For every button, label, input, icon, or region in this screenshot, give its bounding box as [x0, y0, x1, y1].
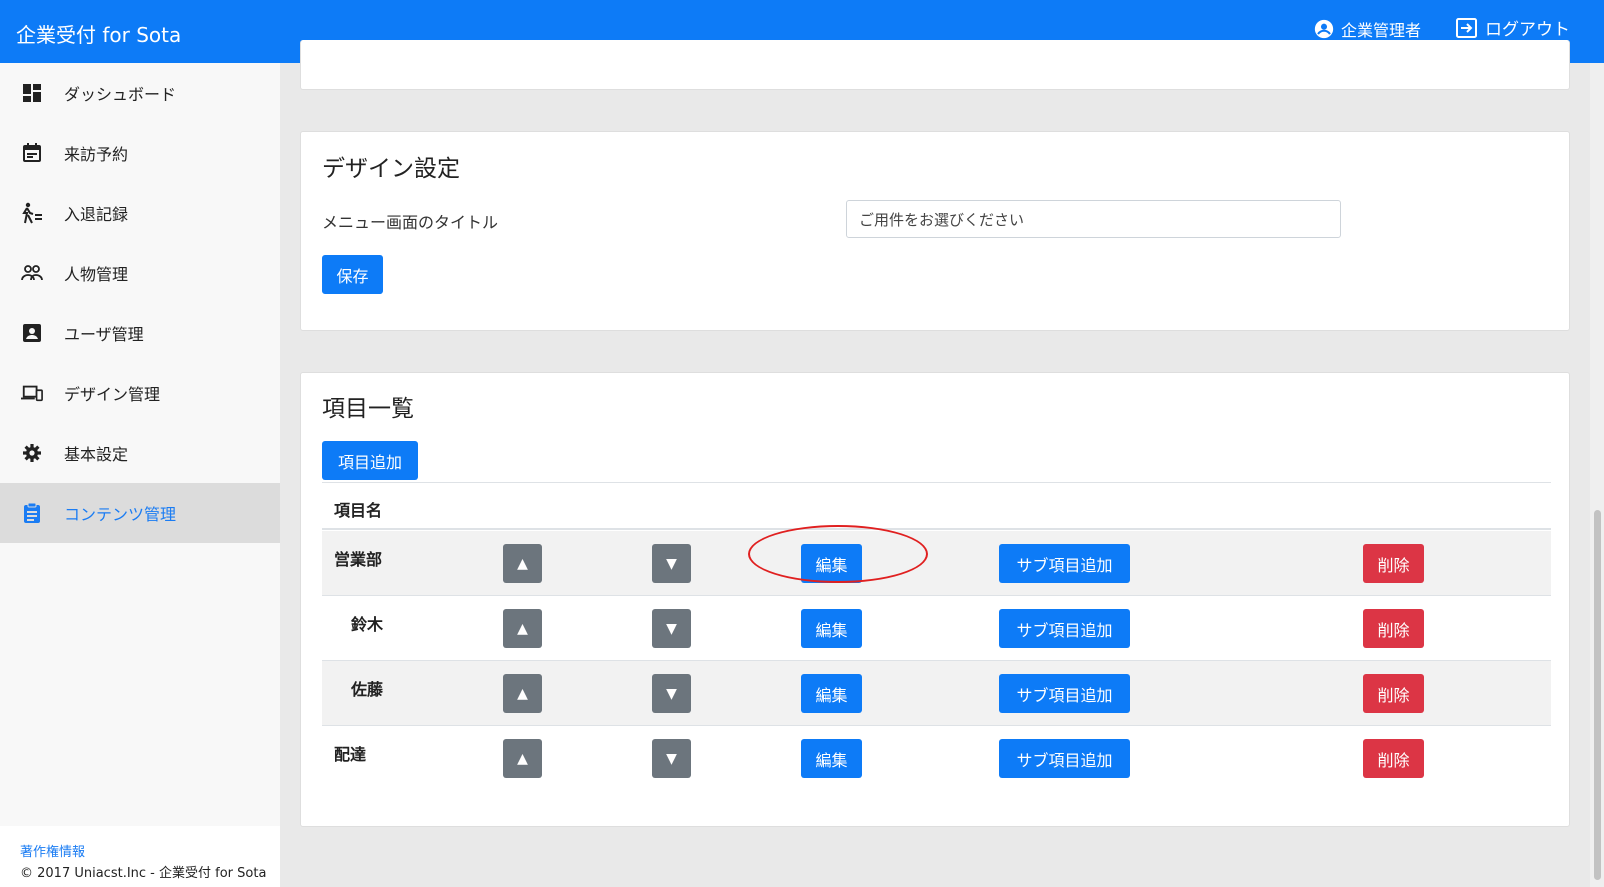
add-subitem-button[interactable]: サブ項目追加	[999, 544, 1130, 583]
move-up-button[interactable]: ▲	[503, 544, 542, 583]
logout-icon	[1456, 17, 1477, 38]
items-list-title: 項目一覧	[322, 396, 414, 422]
menu-title-input[interactable]	[846, 200, 1341, 238]
table-row: 配達 ▲ ▼ 編集 サブ項目追加 削除	[322, 726, 1551, 791]
delete-button[interactable]: 削除	[1363, 544, 1424, 583]
clipboard-icon	[21, 502, 43, 524]
user-menu[interactable]: 企業管理者	[1313, 17, 1421, 41]
move-down-button[interactable]: ▼	[652, 544, 691, 583]
delete-button[interactable]: 削除	[1363, 609, 1424, 648]
sidebar-footer: 著作権情報 © 2017 Uniacst.Inc - 企業受付 for Sota	[0, 826, 280, 887]
sidebar: ダッシュボード 来訪予約 入退記録 人物管理 ユーザ管理 デザイン管理 基本設定…	[0, 63, 280, 887]
sidebar-item-label: 基本設定	[64, 445, 129, 464]
sidebar-item-reservations[interactable]: 来訪予約	[0, 123, 280, 183]
table-row: 佐藤 ▲ ▼ 編集 サブ項目追加 削除	[322, 661, 1551, 726]
account-box-icon	[21, 322, 43, 344]
column-header-name: 項目名	[334, 501, 383, 520]
edit-button[interactable]: 編集	[801, 674, 862, 713]
move-down-button[interactable]: ▼	[652, 609, 691, 648]
sidebar-item-label: 来訪予約	[64, 145, 129, 164]
sidebar-item-content[interactable]: コンテンツ管理	[0, 483, 280, 543]
sidebar-item-label: デザイン管理	[64, 385, 161, 404]
design-settings-card: デザイン設定 メニュー画面のタイトル 保存	[300, 131, 1570, 331]
highlight-ellipse	[748, 525, 928, 583]
sidebar-item-people[interactable]: 人物管理	[0, 243, 280, 303]
logout-label: ログアウト	[1485, 20, 1570, 40]
item-name: 鈴木	[351, 615, 384, 634]
delete-button[interactable]: 削除	[1363, 674, 1424, 713]
add-subitem-button[interactable]: サブ項目追加	[999, 674, 1130, 713]
move-down-button[interactable]: ▼	[652, 739, 691, 778]
sidebar-item-label: ダッシュボード	[64, 85, 177, 104]
account-circle-icon	[1314, 19, 1334, 39]
delete-button[interactable]: 削除	[1363, 739, 1424, 778]
sidebar-item-dashboard[interactable]: ダッシュボード	[0, 63, 280, 123]
add-item-button[interactable]: 項目追加	[322, 441, 418, 480]
sidebar-item-entry-log[interactable]: 入退記録	[0, 183, 280, 243]
move-up-button[interactable]: ▲	[503, 609, 542, 648]
design-settings-title: デザイン設定	[322, 156, 460, 182]
previous-card	[300, 40, 1570, 90]
add-subitem-button[interactable]: サブ項目追加	[999, 739, 1130, 778]
item-name: 営業部	[334, 550, 383, 569]
copyright-text: © 2017 Uniacst.Inc - 企業受付 for Sota	[20, 866, 267, 881]
table-header: 項目名	[322, 482, 1551, 530]
sidebar-item-label: 入退記録	[64, 205, 129, 224]
table-row: 鈴木 ▲ ▼ 編集 サブ項目追加 削除	[322, 596, 1551, 661]
move-down-button[interactable]: ▼	[652, 674, 691, 713]
edit-button[interactable]: 編集	[801, 739, 862, 778]
table-row: 営業部 ▲ ▼ 編集 サブ項目追加 削除	[322, 531, 1551, 596]
scrollbar-thumb[interactable]	[1594, 510, 1601, 880]
app-title[interactable]: 企業受付 for Sota	[16, 19, 181, 48]
dashboard-icon	[21, 82, 43, 104]
item-name: 配達	[334, 745, 367, 764]
sidebar-item-label: コンテンツ管理	[64, 505, 177, 524]
item-name: 佐藤	[351, 680, 384, 699]
logout-link[interactable]: ログアウト	[1455, 15, 1570, 40]
devices-icon	[21, 382, 43, 404]
user-name: 企業管理者	[1341, 21, 1422, 40]
people-icon	[21, 262, 43, 284]
move-up-button[interactable]: ▲	[503, 674, 542, 713]
sidebar-item-users[interactable]: ユーザ管理	[0, 303, 280, 363]
add-subitem-button[interactable]: サブ項目追加	[999, 609, 1130, 648]
items-list-card: 項目一覧 項目追加 項目名 営業部 ▲ ▼ 編集 サブ項目追加 削除 鈴木 ▲ …	[300, 372, 1570, 827]
menu-title-label: メニュー画面のタイトル	[322, 213, 499, 232]
move-up-button[interactable]: ▲	[503, 739, 542, 778]
calendar-icon	[21, 142, 43, 164]
copyright-link[interactable]: 著作権情報	[20, 841, 85, 860]
save-button[interactable]: 保存	[322, 255, 383, 294]
sidebar-item-label: ユーザ管理	[64, 325, 144, 344]
sidebar-item-label: 人物管理	[64, 265, 129, 284]
sidebar-item-design[interactable]: デザイン管理	[0, 363, 280, 423]
walk-icon	[21, 202, 43, 224]
gear-icon	[21, 442, 43, 464]
sidebar-item-settings[interactable]: 基本設定	[0, 423, 280, 483]
edit-button[interactable]: 編集	[801, 609, 862, 648]
